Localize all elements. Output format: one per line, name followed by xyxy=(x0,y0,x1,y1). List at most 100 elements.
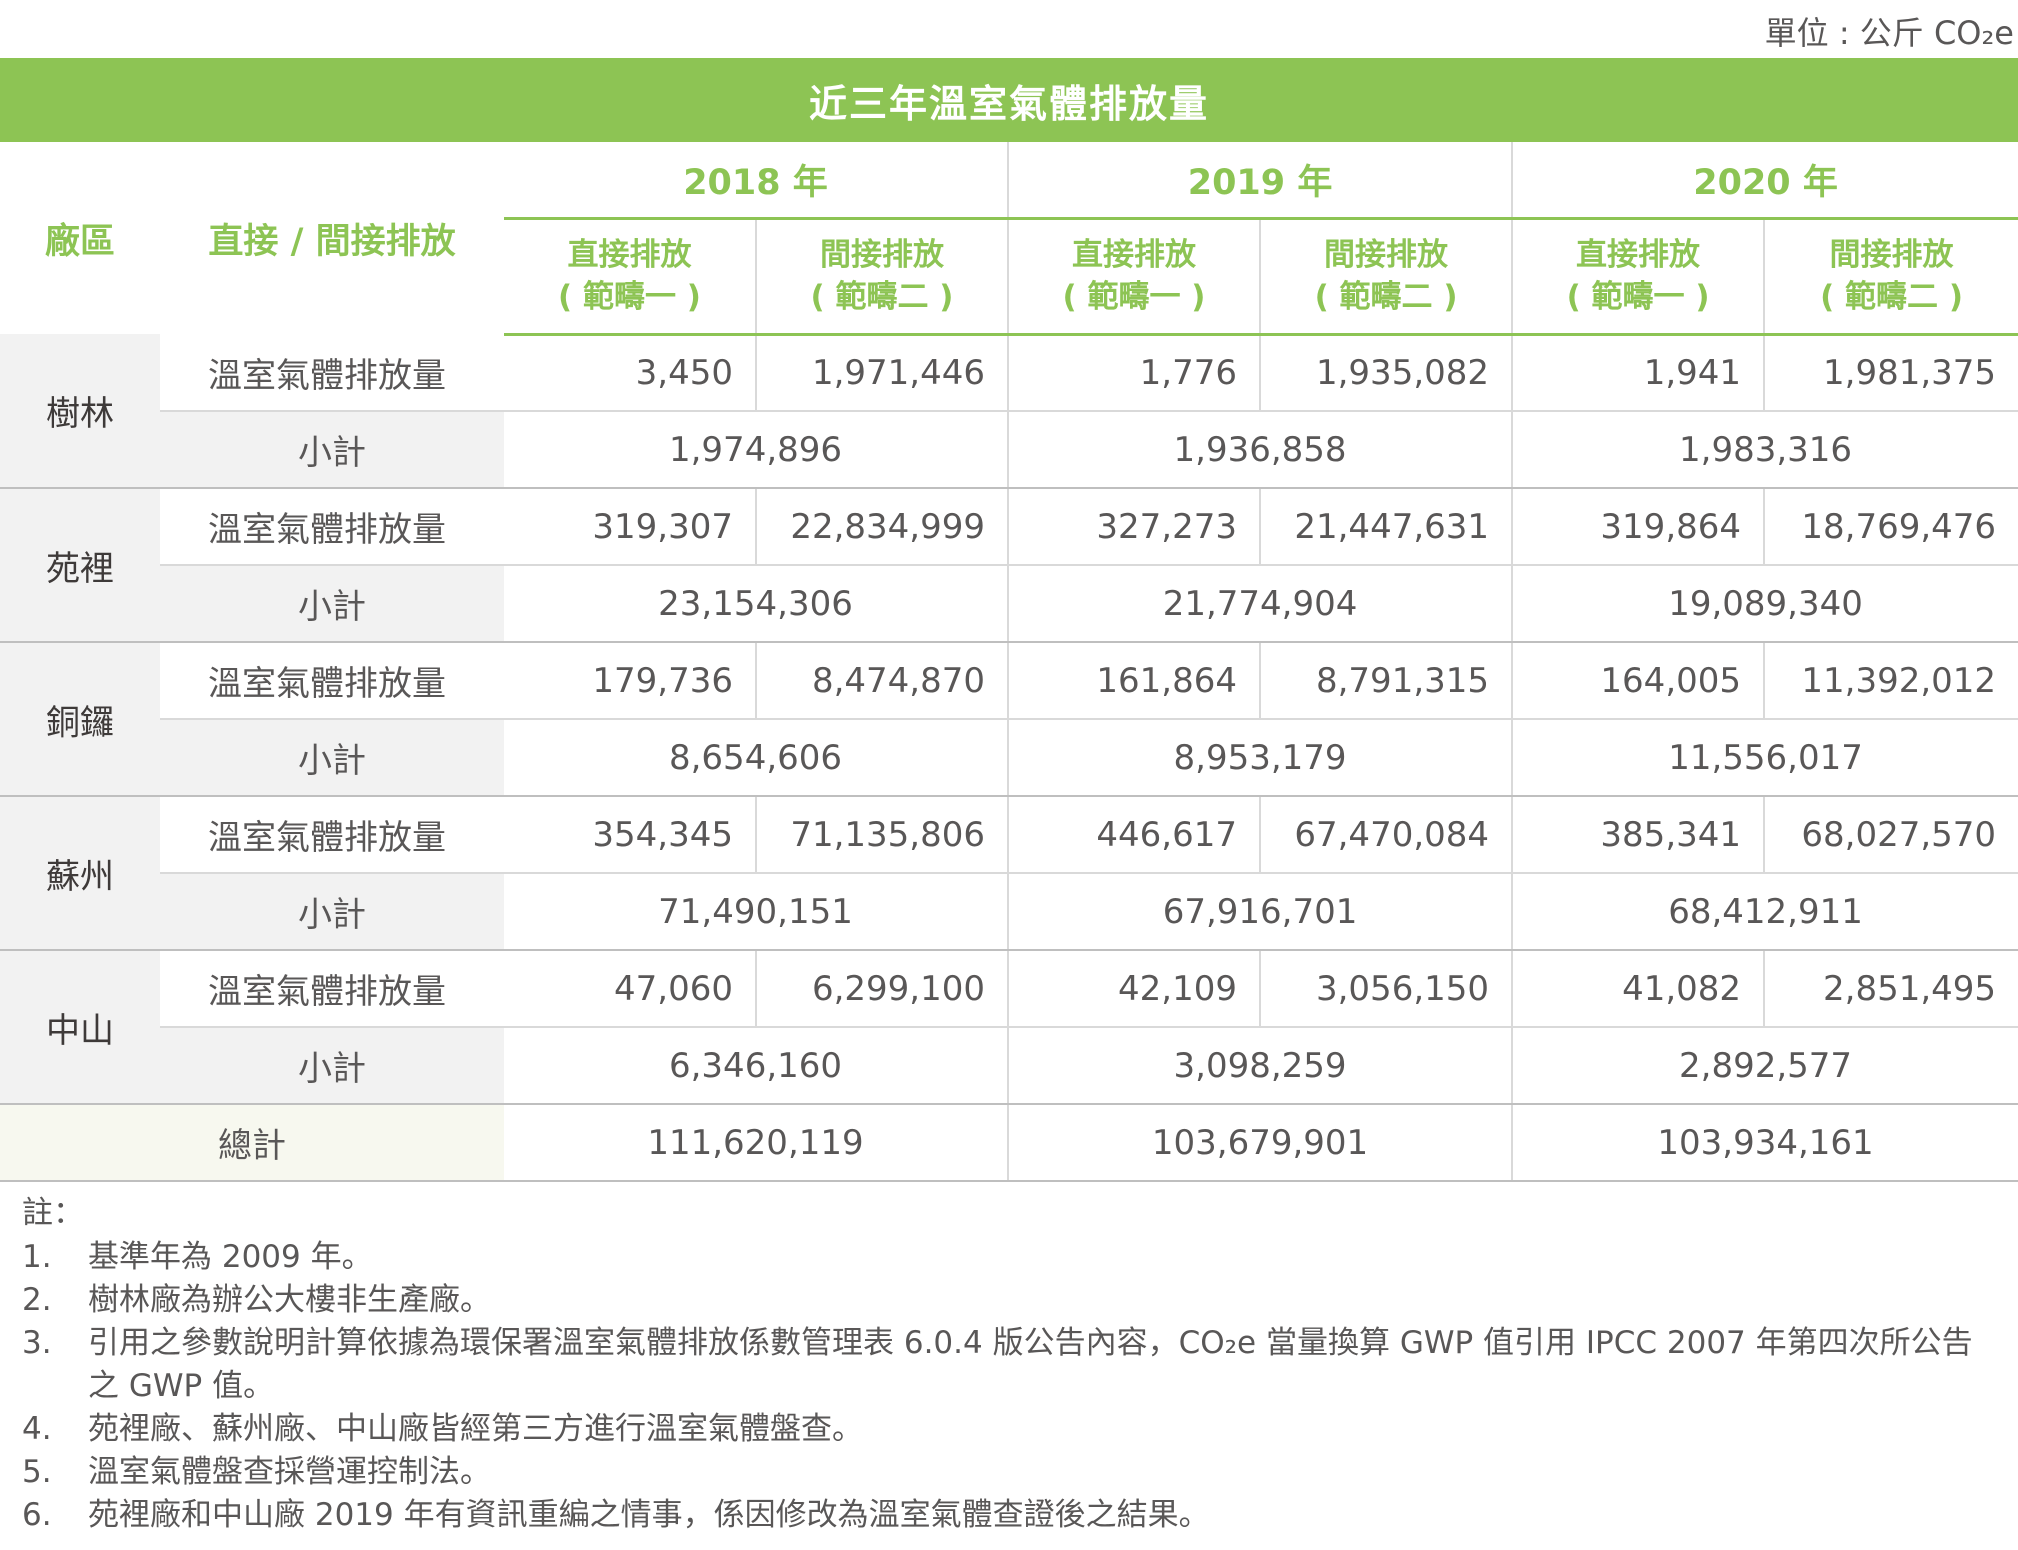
note-number: 5. xyxy=(22,1454,52,1490)
table-row: 銅鑼 溫室氣體排放量 179,736 8,474,870 161,864 8,791,31… xyxy=(0,642,2018,797)
subtotal-value: 19,089,340 xyxy=(1511,565,2018,643)
emission-label: 溫室氣體排放量 xyxy=(160,950,504,1028)
header-direct-2019: 直接排放( 範疇一 ) xyxy=(1007,218,1261,336)
subtotal-value: 6,346,160 xyxy=(504,1027,1009,1105)
indirect-value: 21,447,631 xyxy=(1259,488,1513,566)
subtotal-value: 1,983,316 xyxy=(1511,411,2018,489)
table-row: 小計 23,154,306 21,774,904 19,089,340 xyxy=(0,565,2018,643)
indirect-value: 71,135,806 xyxy=(754,796,1009,874)
subtotal-label: 小計 xyxy=(160,565,504,643)
note-text: 溫室氣體盤查採營運控制法。 xyxy=(88,1454,491,1490)
direct-value: 161,864 xyxy=(1007,642,1261,720)
note-item: 1. 基準年為 2009 年。 xyxy=(22,1236,2002,1279)
direct-value: 385,341 xyxy=(1511,796,1765,874)
note-number: 6. xyxy=(22,1497,52,1533)
unit-label: 單位 : 公斤 CO₂e xyxy=(1764,14,2014,52)
direct-value: 354,345 xyxy=(504,796,756,874)
header-indirect-2020: 間接排放( 範疇二 ) xyxy=(1763,218,2018,336)
site-name: 蘇州 xyxy=(0,796,160,951)
header-type: 直接 / 間接排放 xyxy=(208,221,456,262)
total-value: 111,620,119 xyxy=(504,1104,1009,1182)
site-name: 中山 xyxy=(0,950,160,1105)
subtotal-value: 67,916,701 xyxy=(1007,873,1513,951)
header-indirect-2018: 間接排放( 範疇二 ) xyxy=(754,218,1009,336)
indirect-value: 1,981,375 xyxy=(1763,334,2018,412)
header-direct-2018: 直接排放( 範疇一 ) xyxy=(504,218,756,336)
indirect-value: 3,056,150 xyxy=(1259,950,1513,1028)
note-number: 3. xyxy=(22,1325,52,1361)
table-row: 蘇州 溫室氣體排放量 354,345 71,135,806 446,617 67,470,… xyxy=(0,796,2018,951)
indirect-value: 22,834,999 xyxy=(754,488,1009,566)
notes: 註： 1. 基準年為 2009 年。 2. 樹林廠為辦公大樓非生產廠。 3. 引用之參數說… xyxy=(22,1190,2002,1537)
note-item: 5. 溫室氣體盤查採營運控制法。 xyxy=(22,1451,2002,1494)
emission-label: 溫室氣體排放量 xyxy=(160,642,504,720)
header-year-2020: 2020 年 xyxy=(1511,142,2018,220)
subtotal-value: 23,154,306 xyxy=(504,565,1009,643)
subtotal-label: 小計 xyxy=(160,1027,504,1105)
emission-label: 溫室氣體排放量 xyxy=(160,488,504,566)
indirect-value: 6,299,100 xyxy=(754,950,1009,1028)
direct-value: 327,273 xyxy=(1007,488,1261,566)
indirect-value: 1,935,082 xyxy=(1259,334,1513,412)
subtotal-value: 1,974,896 xyxy=(504,411,1009,489)
header-direct-2020: 直接排放( 範疇一 ) xyxy=(1511,218,1765,336)
indirect-value: 18,769,476 xyxy=(1763,488,2018,566)
direct-value: 42,109 xyxy=(1007,950,1261,1028)
note-number: 2. xyxy=(22,1282,52,1318)
indirect-value: 8,791,315 xyxy=(1259,642,1513,720)
header-indirect-2019: 間接排放( 範疇二 ) xyxy=(1259,218,1513,336)
table-row: 中山 溫室氣體排放量 47,060 6,299,100 42,109 3,056,150 4… xyxy=(0,950,2018,1105)
subtotal-label: 小計 xyxy=(160,873,504,951)
subtotal-label: 小計 xyxy=(160,411,504,489)
notes-title: 註： xyxy=(22,1195,84,1231)
table-title: 近三年溫室氣體排放量 xyxy=(0,58,2018,142)
direct-value: 319,307 xyxy=(504,488,756,566)
header-year-2019: 2019 年 xyxy=(1007,142,1513,220)
direct-value: 164,005 xyxy=(1511,642,1765,720)
header-year-2018: 2018 年 xyxy=(504,142,1009,220)
table-row: 小計 8,654,606 8,953,179 11,556,017 xyxy=(0,719,2018,797)
table-row: 小計 71,490,151 67,916,701 68,412,911 xyxy=(0,873,2018,951)
indirect-value: 8,474,870 xyxy=(754,642,1009,720)
direct-value: 41,082 xyxy=(1511,950,1765,1028)
subtotal-value: 71,490,151 xyxy=(504,873,1009,951)
note-item: 4. 苑裡廠、蘇州廠、中山廠皆經第三方進行溫室氣體盤查。 xyxy=(22,1408,2002,1451)
subtotal-label: 小計 xyxy=(160,719,504,797)
direct-value: 3,450 xyxy=(504,334,756,412)
table-row: 樹林 溫室氣體排放量 3,450 1,971,446 1,776 1,935,082 1,9… xyxy=(0,334,2018,489)
total-value: 103,934,161 xyxy=(1511,1104,2018,1182)
subtotal-value: 3,098,259 xyxy=(1007,1027,1513,1105)
note-number: 4. xyxy=(22,1411,52,1447)
subtotal-value: 1,936,858 xyxy=(1007,411,1513,489)
note-number: 1. xyxy=(22,1239,52,1275)
subtotal-value: 2,892,577 xyxy=(1511,1027,2018,1105)
indirect-value: 2,851,495 xyxy=(1763,950,2018,1028)
total-label: 總計 xyxy=(0,1104,504,1182)
direct-value: 446,617 xyxy=(1007,796,1261,874)
emission-label: 溫室氣體排放量 xyxy=(160,334,504,412)
subtotal-value: 8,953,179 xyxy=(1007,719,1513,797)
direct-value: 47,060 xyxy=(504,950,756,1028)
direct-value: 1,776 xyxy=(1007,334,1261,412)
direct-value: 1,941 xyxy=(1511,334,1765,412)
indirect-value: 11,392,012 xyxy=(1763,642,2018,720)
table-row: 小計 6,346,160 3,098,259 2,892,577 xyxy=(0,1027,2018,1105)
header-site: 廠區 xyxy=(44,221,115,262)
total-value: 103,679,901 xyxy=(1007,1104,1513,1182)
subtotal-value: 68,412,911 xyxy=(1511,873,2018,951)
note-text: 苑裡廠、蘇州廠、中山廠皆經第三方進行溫室氣體盤查。 xyxy=(88,1411,863,1447)
note-item: 3. 引用之參數說明計算依據為環保署溫室氣體排放係數管理表 6.0.4 版公告內容… xyxy=(22,1322,2002,1408)
note-text: 樹林廠為辦公大樓非生產廠。 xyxy=(88,1282,491,1318)
note-text: 基準年為 2009 年。 xyxy=(88,1239,373,1275)
table-row: 小計 1,974,896 1,936,858 1,983,316 xyxy=(0,411,2018,489)
emission-label: 溫室氣體排放量 xyxy=(160,796,504,874)
note-item: 6. 苑裡廠和中山廠 2019 年有資訊重編之情事，係因修改為溫室氣體查證後之結果… xyxy=(22,1494,2002,1537)
indirect-value: 68,027,570 xyxy=(1763,796,2018,874)
subtotal-value: 8,654,606 xyxy=(504,719,1009,797)
indirect-value: 1,971,446 xyxy=(754,334,1009,412)
note-item: 2. 樹林廠為辦公大樓非生產廠。 xyxy=(22,1279,2002,1322)
table-row: 苑裡 溫室氣體排放量 319,307 22,834,999 327,273 21,447,… xyxy=(0,488,2018,643)
site-name: 苑裡 xyxy=(0,488,160,643)
total-row: 總計 111,620,119 103,679,901 103,934,161 xyxy=(0,1104,2018,1182)
indirect-value: 67,470,084 xyxy=(1259,796,1513,874)
